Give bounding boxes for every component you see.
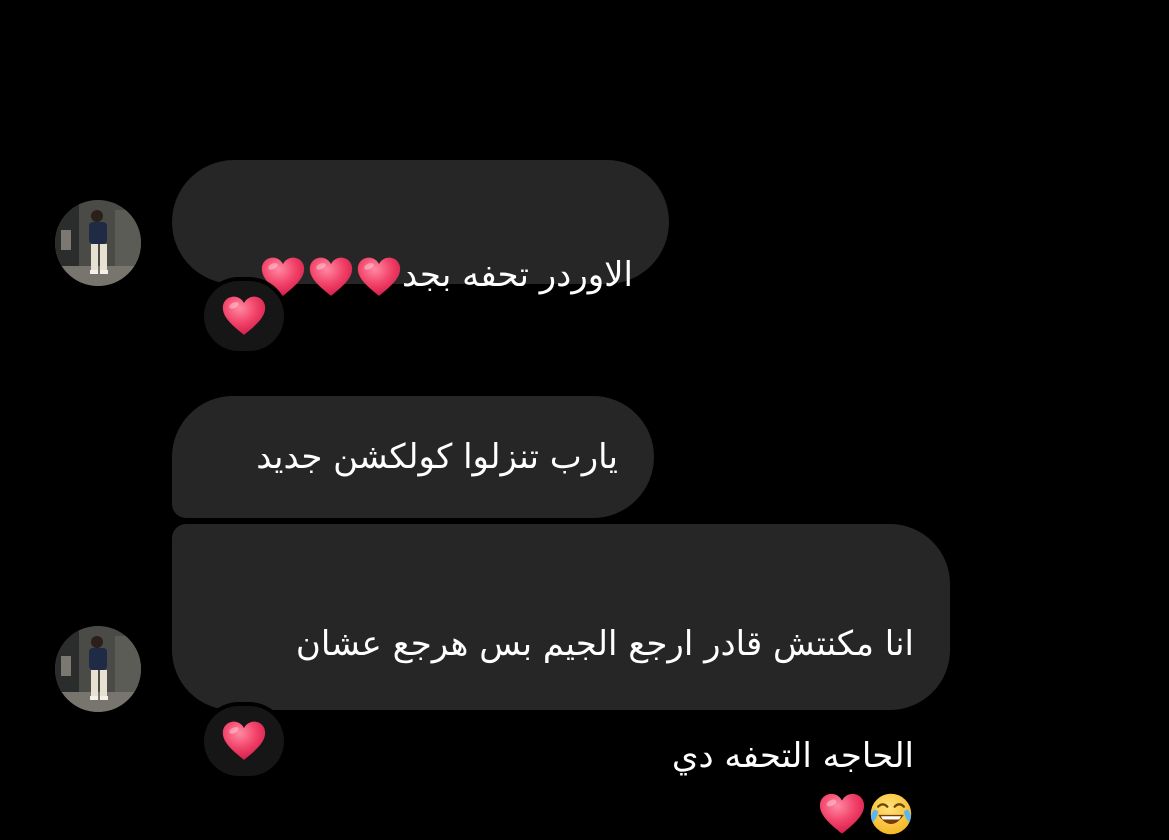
message-text-content: الاوردر تحفه بجد <box>402 255 633 295</box>
message-bubble[interactable]: يارب تنزلوا كولكشن جديد <box>172 396 654 518</box>
reaction-badge[interactable] <box>200 702 288 780</box>
profile-photo <box>55 626 141 712</box>
emoji-group <box>260 256 402 298</box>
red-heart-icon <box>308 256 354 298</box>
message-bubble[interactable]: الاوردر تحفه بجد <box>172 160 669 284</box>
message-text: انا مكنتش قادر ارجع الجيم بس هرجع عشان ا… <box>208 560 914 840</box>
red-heart-icon <box>356 256 402 298</box>
message-bubble[interactable]: انا مكنتش قادر ارجع الجيم بس هرجع عشان ا… <box>172 524 950 710</box>
profile-photo <box>55 200 141 286</box>
red-heart-icon <box>221 295 267 337</box>
message-line: انا مكنتش قادر ارجع الجيم بس هرجع عشان <box>295 624 914 664</box>
reaction-badge[interactable] <box>200 277 288 355</box>
avatar[interactable] <box>55 200 141 286</box>
emoji-group <box>818 791 914 837</box>
message-line: الحاجه التحفه دي <box>671 736 914 776</box>
red-heart-icon <box>818 792 866 836</box>
tears-of-joy-icon <box>868 791 914 837</box>
avatar[interactable] <box>55 626 141 712</box>
red-heart-icon <box>221 720 267 762</box>
message-text: يارب تنزلوا كولكشن جديد <box>256 437 618 477</box>
